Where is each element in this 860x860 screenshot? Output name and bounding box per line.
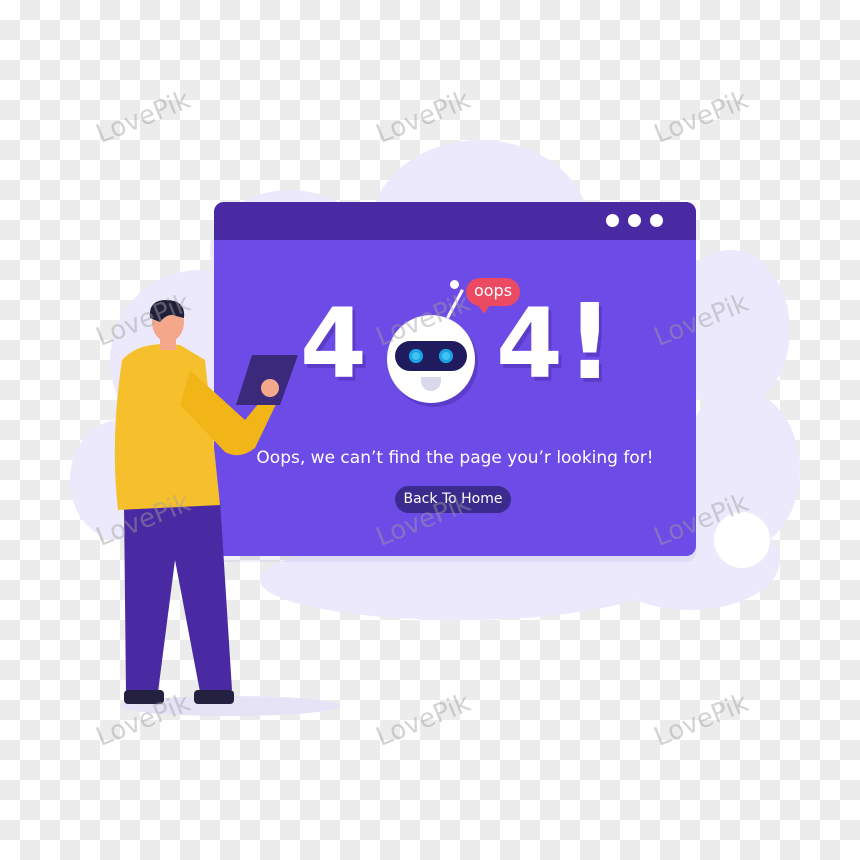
person-hand: [261, 379, 279, 397]
person-shoe-right: [194, 690, 234, 704]
